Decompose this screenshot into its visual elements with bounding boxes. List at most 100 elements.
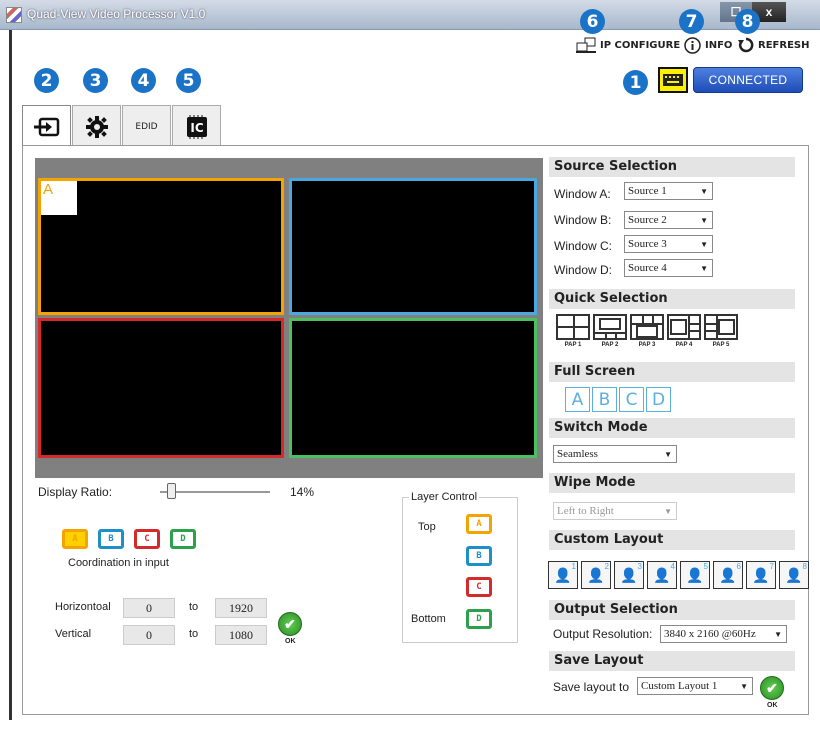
user-gear-icon: 👤 <box>719 566 737 583</box>
monitor-d-icon[interactable]: D <box>170 529 196 549</box>
pap-4-button[interactable]: PAP 4 <box>667 314 701 348</box>
monitor-a-icon[interactable]: A <box>62 529 88 549</box>
window-a-source-value: Source 1 <box>628 185 667 197</box>
source-selection-header: Source Selection <box>549 157 795 177</box>
display-ratio-value: 14% <box>290 485 315 499</box>
svg-text:IC: IC <box>190 121 203 135</box>
input-icon <box>33 117 59 136</box>
save-layout-value: Custom Layout 1 <box>641 680 718 692</box>
tab-input[interactable] <box>22 105 71 149</box>
pap-5-button[interactable]: PAP 5 <box>704 314 738 348</box>
window-a-source-select[interactable]: Source 1 ▼ <box>624 182 713 200</box>
display-ratio-slider[interactable] <box>167 483 176 499</box>
window-d-source-value: Source 4 <box>628 262 667 274</box>
custom-layout-1-button[interactable]: 👤 1 <box>548 561 578 589</box>
refresh-icon <box>738 37 754 53</box>
window-d-source-label: Window D: <box>554 263 613 277</box>
layer-c-icon[interactable]: C <box>466 577 492 597</box>
custom-layout-list: 👤 1 👤 2 👤 3 👤 4 👤 5 👤 6 👤 7 👤 8 <box>548 561 812 589</box>
layer-control-title: Layer Control <box>409 491 480 503</box>
output-selection-header: Output Selection <box>549 600 795 620</box>
layer-d-icon[interactable]: D <box>466 609 492 629</box>
badge-6: 6 <box>580 9 605 34</box>
layer-bottom-label: Bottom <box>411 613 446 625</box>
output-resolution-select[interactable]: 3840 x 2160 @60Hz ▼ <box>660 625 787 643</box>
chevron-down-icon: ▼ <box>774 629 782 639</box>
custom-layout-2-button[interactable]: 👤 2 <box>581 561 611 589</box>
pap-3-label: PAP 3 <box>638 342 656 348</box>
full-screen-b-button[interactable]: B <box>592 387 617 412</box>
custom-layout-8-button[interactable]: 👤 8 <box>779 561 809 589</box>
custom-layout-4-number: 4 <box>670 562 675 571</box>
horizontal-to-field[interactable]: 1920 <box>215 598 267 618</box>
ic-chip-icon: IC <box>186 114 207 139</box>
info-icon <box>684 37 701 54</box>
pap-2-button[interactable]: PAP 2 <box>593 314 627 348</box>
tab-ic[interactable]: IC <box>172 105 221 147</box>
tab-settings[interactable] <box>72 105 121 147</box>
ip-configure-link[interactable]: IP CONFIGURE <box>576 37 680 53</box>
display-ratio-label: Display Ratio: <box>38 485 113 499</box>
monitor-b-icon[interactable]: B <box>98 529 124 549</box>
display-ratio-track <box>160 491 270 493</box>
chevron-down-icon: ▼ <box>664 449 672 459</box>
app-icon <box>6 7 22 23</box>
serial-port-button[interactable] <box>658 67 688 93</box>
tab-edid[interactable]: EDID <box>122 105 171 147</box>
connected-button[interactable]: CONNECTED <box>693 67 803 93</box>
layer-top-label: Top <box>418 521 436 533</box>
save-layout-label: Save layout to <box>553 680 630 694</box>
vertical-to-label: to <box>189 628 199 640</box>
full-screen-d-button[interactable]: D <box>646 387 671 412</box>
wipe-mode-header: Wipe Mode <box>549 473 795 493</box>
quick-selection-header: Quick Selection <box>549 289 795 309</box>
window-title: Quad-View Video Processor V1.0 <box>27 7 206 21</box>
coordination-ok-button[interactable]: ✔ <box>278 612 302 636</box>
full-screen-a-button[interactable]: A <box>565 387 590 412</box>
user-gear-icon: 👤 <box>686 566 704 583</box>
window-d-source-select[interactable]: Source 4 ▼ <box>624 259 713 277</box>
badge-4: 4 <box>131 68 156 93</box>
switch-mode-select[interactable]: Seamless ▼ <box>553 445 677 463</box>
window-c-source-select[interactable]: Source 3 ▼ <box>624 235 713 253</box>
preview-window-d[interactable] <box>289 318 537 458</box>
window-a-source-label: Window A: <box>554 187 611 201</box>
custom-layout-6-button[interactable]: 👤 6 <box>713 561 743 589</box>
switch-mode-value: Seamless <box>557 448 598 460</box>
custom-layout-4-button[interactable]: 👤 4 <box>647 561 677 589</box>
chevron-down-icon: ▼ <box>740 681 748 691</box>
horizontal-from-field[interactable]: 0 <box>123 598 175 618</box>
info-link[interactable]: INFO <box>684 37 732 54</box>
custom-layout-5-number: 5 <box>703 562 708 571</box>
vertical-to-field[interactable]: 1080 <box>215 625 267 645</box>
custom-layout-5-button[interactable]: 👤 5 <box>680 561 710 589</box>
refresh-link[interactable]: REFRESH <box>738 37 809 53</box>
window-left-border <box>9 30 12 720</box>
coordination-ok-label: OK <box>285 638 296 645</box>
preview-window-c[interactable] <box>38 318 284 458</box>
vertical-from-field[interactable]: 0 <box>123 625 175 645</box>
custom-layout-3-number: 3 <box>637 562 642 571</box>
custom-layout-3-button[interactable]: 👤 3 <box>614 561 644 589</box>
badge-7: 7 <box>679 9 704 34</box>
network-icon <box>576 37 596 53</box>
full-screen-buttons: A B C D <box>565 387 673 412</box>
pap-5-label: PAP 5 <box>712 342 730 348</box>
save-layout-select[interactable]: Custom Layout 1 ▼ <box>637 677 753 695</box>
window-b-source-select[interactable]: Source 2 ▼ <box>624 211 713 229</box>
pap-3-button[interactable]: PAP 3 <box>630 314 664 348</box>
switch-mode-header: Switch Mode <box>549 418 795 438</box>
quick-selection-list: PAP 1 PAP 2 PAP 3 PAP 4 PAP 5 <box>556 314 741 348</box>
wipe-mode-select[interactable]: Left to Right ▼ <box>553 502 677 520</box>
chevron-down-icon: ▼ <box>700 215 708 225</box>
pap-2-label: PAP 2 <box>601 342 619 348</box>
preview-window-b[interactable] <box>289 178 537 315</box>
gear-icon <box>85 115 108 138</box>
pap-1-button[interactable]: PAP 1 <box>556 314 590 348</box>
custom-layout-7-button[interactable]: 👤 7 <box>746 561 776 589</box>
full-screen-c-button[interactable]: C <box>619 387 644 412</box>
layer-b-icon[interactable]: B <box>466 546 492 566</box>
monitor-c-icon[interactable]: C <box>134 529 160 549</box>
layer-a-icon[interactable]: A <box>466 514 492 534</box>
save-layout-ok-button[interactable]: ✔ <box>760 676 784 700</box>
